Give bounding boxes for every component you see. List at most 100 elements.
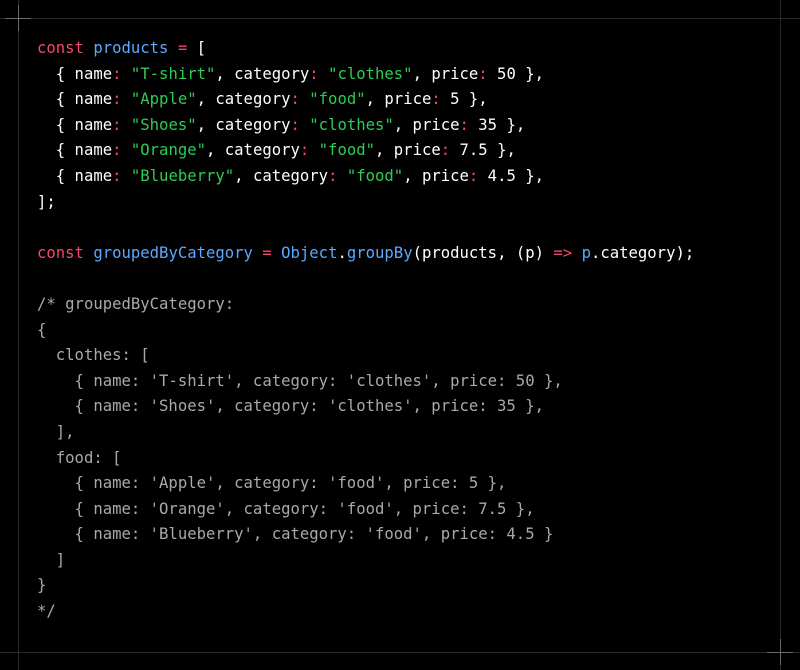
code-keyword: : [112, 90, 122, 109]
code-comment: clothes: [ [37, 346, 150, 365]
code-identifier: products [93, 39, 169, 57]
corner-crosshair-icon [780, 639, 781, 665]
code-keyword: = [262, 243, 272, 262]
code-keyword: : [112, 166, 122, 185]
code-keyword: : [299, 141, 310, 160]
code-line: ]; [37, 190, 694, 216]
code-line: { [37, 318, 694, 344]
code-identifier: p [581, 243, 591, 262]
code-comment: } [37, 576, 47, 595]
code-string: "food" [318, 141, 376, 160]
code-line: { name: 'Blueberry', category: 'food', p… [37, 522, 694, 548]
code-line: { name: 'Orange', category: 'food', pric… [37, 497, 694, 523]
code-string: "T-shirt" [130, 64, 216, 83]
code-comment: */ [37, 602, 56, 621]
code-string: "Blueberry" [130, 166, 235, 185]
code-string: "food" [309, 90, 366, 109]
guide-line-right [780, 0, 781, 670]
code-text: (products, (p) [412, 243, 554, 262]
code-string: "food" [346, 166, 404, 185]
code-text: 4.5 }, [478, 166, 545, 185]
code-text: 35 }, [468, 115, 526, 134]
code-keyword: : [112, 64, 122, 83]
code-keyword: : [309, 64, 319, 83]
code-line: } [37, 573, 694, 599]
code-keyword: : [290, 115, 300, 134]
code-keyword: : [431, 90, 441, 109]
code-text: , category [234, 166, 329, 185]
code-line: { name: 'Shoes', category: 'clothes', pr… [37, 394, 694, 420]
code-text: , category [215, 64, 310, 83]
code-line: /* groupedByCategory: [37, 292, 694, 318]
code-text: . [337, 243, 347, 262]
code-text: , category [196, 115, 291, 134]
code-text: 50 }, [487, 64, 545, 83]
code-line: { name: "Orange", category: "food", pric… [37, 138, 694, 164]
code-text: { name [37, 90, 113, 109]
corner-crosshair-icon [18, 5, 19, 31]
code-text: { name [37, 64, 113, 83]
code-line: { name: "T-shirt", category: "clothes", … [37, 62, 694, 88]
code-text: , category [206, 141, 300, 160]
code-block: const products = [ { name: "T-shirt", ca… [37, 36, 694, 625]
code-text: , price [403, 166, 469, 185]
code-line: clothes: [ [37, 343, 694, 369]
code-text: .category); [590, 243, 695, 262]
code-line: { name: "Blueberry", category: "food", p… [37, 164, 694, 190]
code-text: { name [37, 115, 113, 134]
code-line: { name: "Shoes", category: "clothes", pr… [37, 113, 694, 139]
code-keyword: : [468, 166, 479, 185]
code-comment: { name: 'Apple', category: 'food', price… [37, 474, 507, 493]
code-line: food: [ [37, 446, 694, 472]
code-comment: { name: 'Shoes', category: 'clothes', pr… [37, 397, 544, 416]
code-text: , price [393, 115, 460, 134]
code-line: { name: 'Apple', category: 'food', price… [37, 471, 694, 497]
code-keyword: : [440, 141, 451, 160]
code-comment: food: [ [37, 448, 122, 467]
code-comment: { name: 'T-shirt', category: 'clothes', … [37, 371, 563, 390]
code-text: , price [365, 90, 432, 109]
code-string: "Apple" [130, 90, 197, 109]
code-keyword: : [290, 90, 300, 109]
code-text: { name [37, 141, 113, 160]
code-line: const products = [ [37, 36, 694, 62]
code-keyword: : [112, 115, 122, 134]
code-line: { name: 'T-shirt', category: 'clothes', … [37, 369, 694, 395]
code-keyword: : [112, 141, 122, 160]
code-text: 7.5 }, [450, 141, 516, 160]
code-keyword: = [177, 39, 188, 57]
code-keyword: : [478, 64, 488, 83]
code-comment: { name: 'Blueberry', category: 'food', p… [37, 525, 554, 544]
code-string: "Shoes" [130, 115, 197, 134]
code-comment: { name: 'Orange', category: 'food', pric… [37, 499, 535, 518]
code-identifier: groupedByCategory [93, 243, 253, 262]
code-text: [ [187, 39, 207, 57]
code-text: , price [375, 141, 441, 160]
code-string: "clothes" [309, 115, 394, 134]
code-text: , category [196, 90, 291, 109]
guide-line-bottom [0, 652, 800, 653]
code-text: { name [37, 166, 113, 185]
code-line: const groupedByCategory = Object.groupBy… [37, 241, 694, 267]
code-text: 5 }, [440, 90, 488, 109]
code-keyword: : [459, 115, 469, 134]
code-line: ] [37, 548, 694, 574]
code-snippet-frame: const products = [ { name: "T-shirt", ca… [0, 0, 800, 670]
